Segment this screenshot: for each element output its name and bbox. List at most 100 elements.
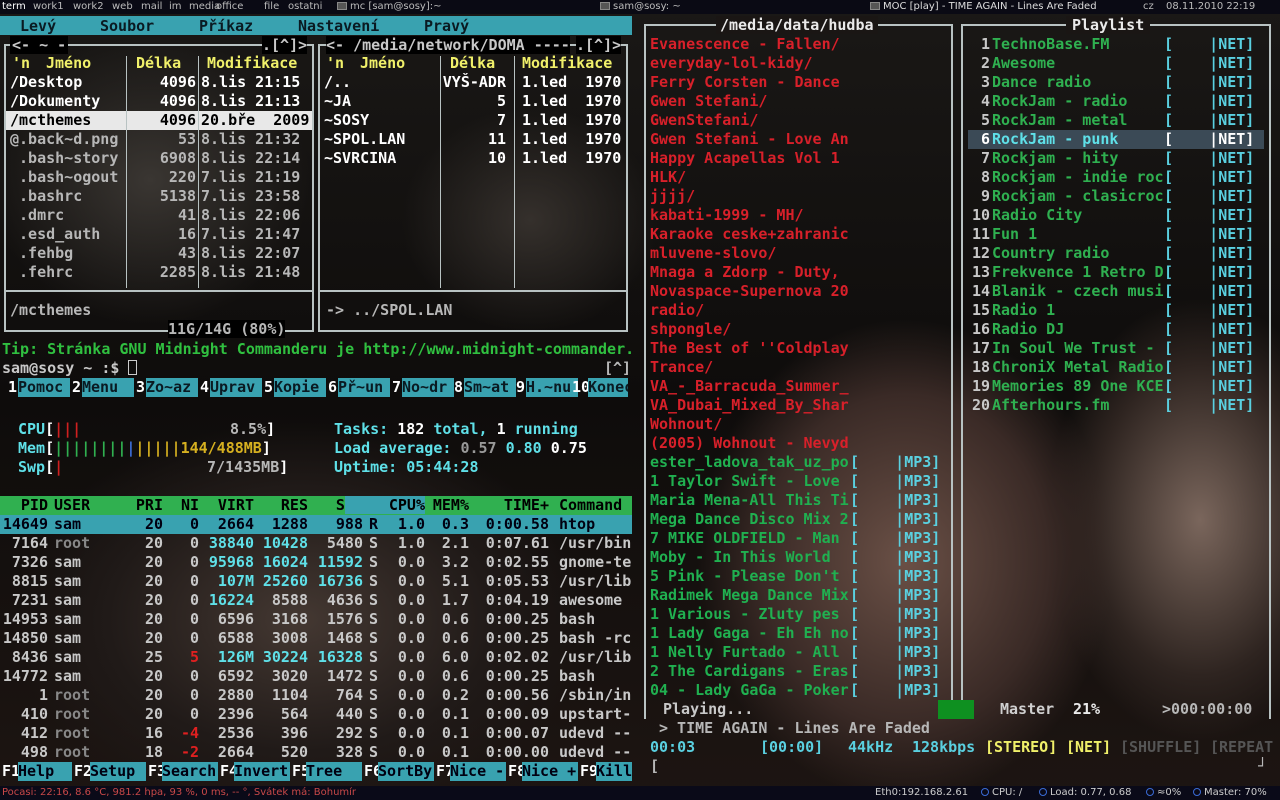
htop-fkey-f5[interactable]: F5 Tree	[290, 762, 362, 781]
directory-item[interactable]: HLK/	[650, 168, 950, 186]
playlist-item[interactable]: 1 TechnoBase.FM [ |NET]	[968, 35, 1264, 54]
playlist-item[interactable]: 16 Radio DJ [ |NET]	[968, 320, 1264, 339]
fkey-4[interactable]: 4 Uprav	[196, 378, 266, 397]
directory-item[interactable]: The Best of ''Coldplay	[650, 339, 950, 357]
shuffle-toggle[interactable]: [SHUFFLE]	[1120, 738, 1201, 756]
playlist-item[interactable]: 10 Radio City [ |NET]	[968, 206, 1264, 225]
tag-mail[interactable]: mail	[141, 1, 162, 12]
directory-item[interactable]: VA_Dubai_Mixed_By_Shar	[650, 396, 950, 414]
directory-item[interactable]: Happy Acapellas Vol 1	[650, 149, 950, 167]
col-size[interactable]: Délka	[136, 54, 181, 72]
directory-item[interactable]: mluvene-slovo/	[650, 244, 950, 262]
volume-bar[interactable]	[938, 700, 974, 719]
fkey-8[interactable]: 8 Sm~at	[450, 378, 520, 397]
playlist-item[interactable]: 6 RockJam - punk [ |NET]	[968, 130, 1264, 149]
directory-item[interactable]: Mnaga a Zdorp - Duty,	[650, 263, 950, 281]
menu-item-pravy[interactable]: Pravý	[424, 17, 469, 35]
directory-item[interactable]: Wohnout/	[650, 415, 950, 433]
htop-fkey-f9[interactable]: F9 Kill	[578, 762, 632, 781]
process-row[interactable]: 8436 sam 25 5 126M 30224 16328 S 0.0 6.0 0:02.02/u…	[0, 648, 632, 667]
playlist-item[interactable]: 9 Rockjam - clasicroc[ |NET]	[968, 187, 1264, 206]
playlist-item[interactable]: 14 Blanik - czech musi[ |NET]	[968, 282, 1264, 301]
tag-work1[interactable]: work1	[33, 1, 64, 12]
column-header-mem[interactable]: MEM%	[389, 496, 469, 514]
directory-item[interactable]: Karaoke ceske+zahranic	[650, 225, 950, 243]
htop-fkey-f8[interactable]: F8 Nice +	[506, 762, 578, 781]
htop-fkey-f3[interactable]: F3 Search	[146, 762, 218, 781]
file-item[interactable]: 1 Lady Gaga - Eh Eh no[ |MP3]	[650, 624, 950, 643]
playlist-item[interactable]: 13 Frekvence 1 Retro D[ |NET]	[968, 263, 1264, 282]
playlist-item[interactable]: 11 Fun 1 [ |NET]	[968, 225, 1264, 244]
fkey-1[interactable]: 1 Pomoc	[4, 378, 74, 397]
playlist-item[interactable]: 20 Afterhours.fm [ |NET]	[968, 396, 1264, 415]
file-row[interactable]: /Dokumenty 4096 8.lis 21:13	[6, 92, 312, 111]
directory-item[interactable]: Ferry Corsten - Dance	[650, 73, 950, 91]
file-row[interactable]: ~SVRCINA 10 1.led 1970	[320, 149, 626, 168]
directory-item[interactable]: everyday-lol-kidy/	[650, 54, 950, 72]
playlist-item[interactable]: 19 Memories 89 One KCE[ |NET]	[968, 377, 1264, 396]
file-item[interactable]: Maria Mena-All This Ti[ |MP3]	[650, 491, 950, 510]
process-row[interactable]: 14649 sam 20 0 2664 1288 988 R 1.0 0.3 0:00.58 htop	[0, 515, 632, 534]
window-task-terminal[interactable]: sam@sosy: ~	[600, 1, 681, 12]
directory-item[interactable]: Evanescence - Fallen/	[650, 35, 950, 53]
col-name[interactable]: Jméno	[46, 54, 91, 72]
col-modified[interactable]: Modifikace	[207, 54, 297, 72]
file-row[interactable]: .fehbg 43 8.lis 22:07	[6, 244, 312, 263]
playlist-item[interactable]: 4 RockJam - radio [ |NET]	[968, 92, 1264, 111]
process-row[interactable]: 498 root 18 -2 2664 520 328 S 0.0 0.1 0:00.00 udevd…	[0, 743, 632, 762]
htop-fkey-f1[interactable]: F1 Help	[0, 762, 72, 781]
column-header-time[interactable]: TIME+	[469, 496, 549, 514]
file-row[interactable]: ~JA 5 1.led 1970	[320, 92, 626, 111]
fkey-10[interactable]: 10Konec	[568, 378, 632, 397]
process-row[interactable]: 14953 sam 20 0 6596 3168 1576 S 0.0 0.6 0:00.25 bas…	[0, 610, 632, 629]
window-task-mc[interactable]: mc [sam@sosy]:~	[337, 1, 442, 12]
file-row[interactable]: .bashrc 5138 7.lis 23:58	[6, 187, 312, 206]
process-row[interactable]: 7164 root 20 0 38840 10428 5480 S 1.0 2.1 0:07.61/…	[0, 534, 632, 553]
column-header-pid[interactable]: PID	[0, 496, 48, 514]
file-row[interactable]: ~SOSY 7 1.led 1970	[320, 111, 626, 130]
playlist-item[interactable]: 3 Dance radio [ |NET]	[968, 73, 1264, 92]
process-row[interactable]: 412 root 16 -4 2536 396 292 S 0.0 0.1 0:00.07 udevd…	[0, 724, 632, 743]
file-row[interactable]: @.back~d.png 53 8.lis 21:32	[6, 130, 312, 149]
directory-item[interactable]: jjjj/	[650, 187, 950, 205]
file-item[interactable]: 7 MIKE OLDFIELD - Man [ |MP3]	[650, 529, 950, 548]
file-row[interactable]: .dmrc 41 8.lis 22:06	[6, 206, 312, 225]
menu-item-prikaz[interactable]: Příkaz	[199, 17, 253, 35]
file-row[interactable]: /mcthemes 4096 20.bře 2009	[6, 111, 312, 130]
playlist-item[interactable]: 17 In Soul We Trust - [ |NET]	[968, 339, 1264, 358]
playlist-item[interactable]: 7 Rockjam - hity [ |NET]	[968, 149, 1264, 168]
left-panel-corner[interactable]: .[^]>	[262, 36, 308, 54]
directory-item[interactable]: Trance/	[650, 358, 950, 376]
tag-work2[interactable]: work2	[73, 1, 104, 12]
file-row[interactable]: ~SPOL.LAN 11 1.led 1970	[320, 130, 626, 149]
col-size[interactable]: Délka	[450, 54, 495, 72]
file-item[interactable]: ester_ladova_tak_uz_po[ |MP3]	[650, 453, 950, 472]
tag-ostatni[interactable]: ostatni	[288, 1, 322, 12]
tag-im[interactable]: im	[169, 1, 182, 12]
file-item[interactable]: 5 Pink - Please Don't [ |MP3]	[650, 567, 950, 586]
playlist-item[interactable]: 18 ChroniX Metal Radio[ |NET]	[968, 358, 1264, 377]
playlist-item[interactable]: 15 Radio 1 [ |NET]	[968, 301, 1264, 320]
playlist-item[interactable]: 12 Country radio [ |NET]	[968, 244, 1264, 263]
file-row[interactable]: .fehrc 2285 8.lis 21:48	[6, 263, 312, 282]
directory-item[interactable]: Gwen Stefani - Love An	[650, 130, 950, 148]
playlist-item[interactable]: 2 Awesome [ |NET]	[968, 54, 1264, 73]
process-row[interactable]: 14772 sam 20 0 6592 3020 1472 S 0.0 0.6 0:00.25 bas…	[0, 667, 632, 686]
right-panel-corner[interactable]: .[^]>	[576, 36, 622, 54]
column-header-command[interactable]: Command	[559, 496, 622, 514]
right-panel-path[interactable]: <- /media/network/DOMA ----	[326, 36, 570, 54]
fkey-6[interactable]: 6 Př~un	[324, 378, 394, 397]
playlist-item[interactable]: 8 Rockjam - indie roc[ |NET]	[968, 168, 1264, 187]
directory-item[interactable]: kabati-1999 - MH/	[650, 206, 950, 224]
fkey-7[interactable]: 7 No~dr	[388, 378, 458, 397]
playlist-item[interactable]: 5 RockJam - metal [ |NET]	[968, 111, 1264, 130]
process-row[interactable]: 1 root 20 0 2880 1104 764 S 0.0 0.2 0:00.56/sbin/i…	[0, 686, 632, 705]
repeat-toggle[interactable]: [REPEAT	[1210, 738, 1273, 756]
directory-item[interactable]: shpongle/	[650, 320, 950, 338]
process-row[interactable]: 14850 sam 20 0 6588 3008 1468 S 0.0 0.6 0:00.25 bas…	[0, 629, 632, 648]
directory-item[interactable]: Gwen Stefani/	[650, 92, 950, 110]
window-task-moc[interactable]: MOC [play] - TIME AGAIN - Lines Are Fade…	[870, 1, 1097, 12]
file-item[interactable]: 2 The Cardigans - Eras[ |MP3]	[650, 662, 950, 681]
process-row[interactable]: 8815 sam 20 0 107M 25260 16736 S 0.0 5.1 0:05.53/u…	[0, 572, 632, 591]
file-item[interactable]: 1 Nelly Furtado - All [ |MP3]	[650, 643, 950, 662]
